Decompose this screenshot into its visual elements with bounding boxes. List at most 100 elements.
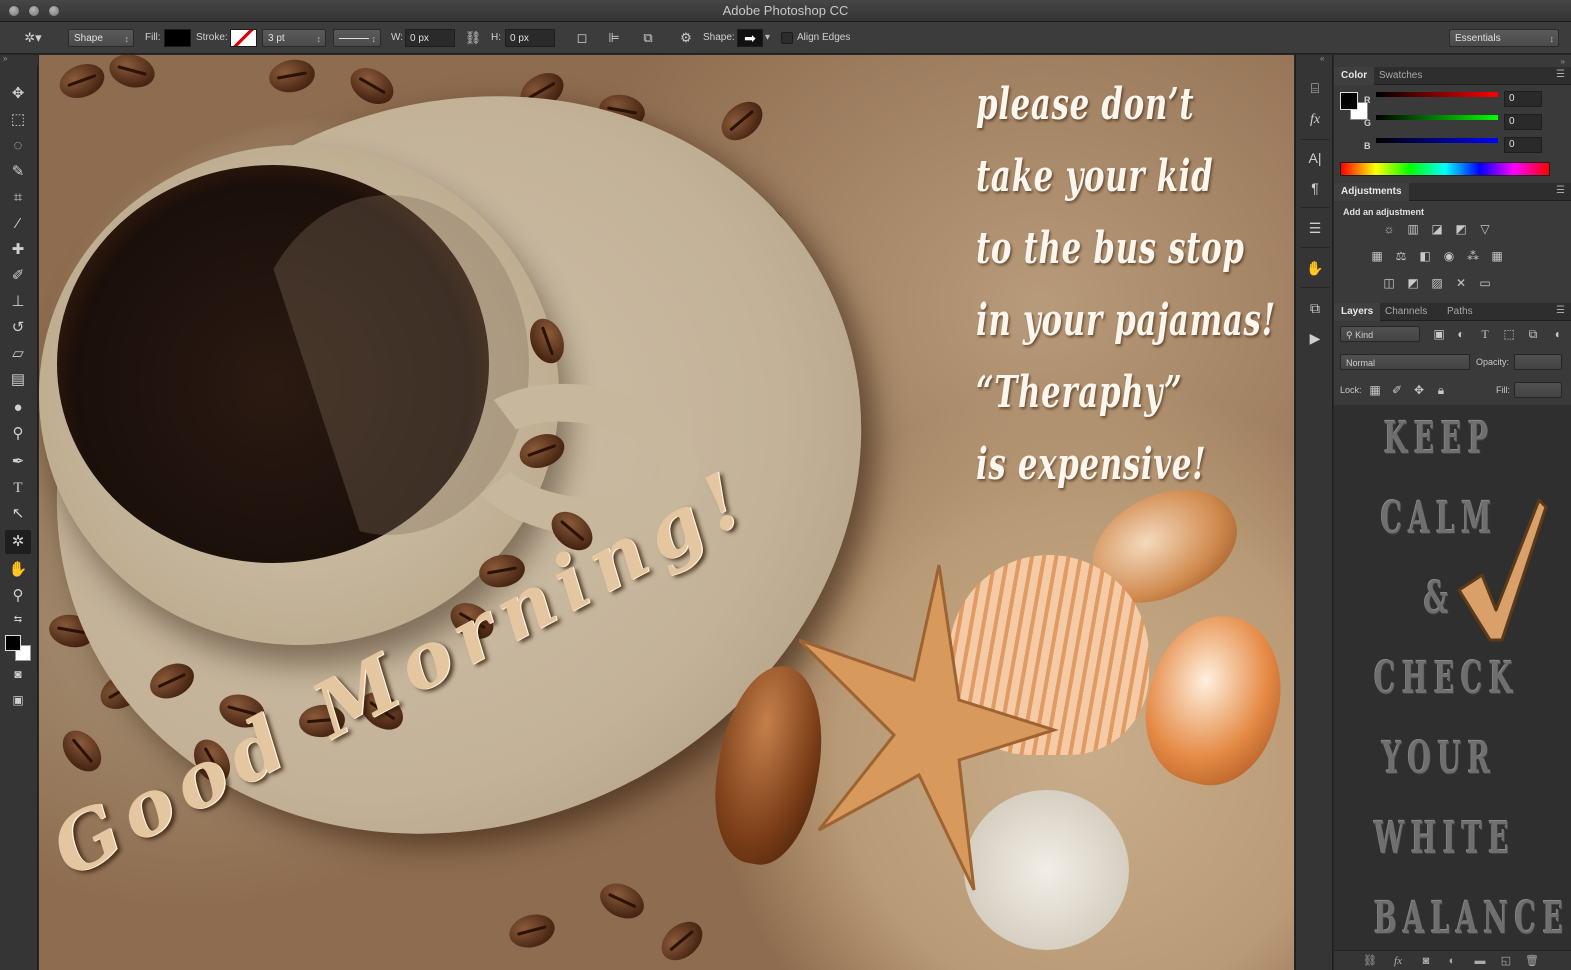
dodge-tool-icon[interactable]: ⚲ <box>5 422 31 446</box>
red-slider[interactable] <box>1376 92 1498 97</box>
collapse-arrows-icon[interactable]: » <box>1561 57 1565 66</box>
lock-transparency-icon[interactable]: ▦ <box>1366 382 1384 398</box>
styles-panel-icon[interactable]: fx <box>1303 109 1327 131</box>
type-tool-icon[interactable]: T <box>5 476 31 500</box>
panel-menu-icon[interactable]: ☰ <box>1556 69 1565 80</box>
opacity-field[interactable] <box>1514 354 1562 370</box>
custom-shape-tool-icon[interactable]: ✲ <box>5 530 31 554</box>
history-brush-tool-icon[interactable]: ↺ <box>5 316 31 340</box>
exposure-icon[interactable]: ◩ <box>1452 221 1470 237</box>
color-balance-icon[interactable]: ⚖ <box>1392 248 1410 264</box>
hand-tool-icon[interactable]: ✋ <box>5 558 31 582</box>
swap-colors-icon[interactable]: ⇆ <box>5 608 31 632</box>
blend-mode-select[interactable]: Normal <box>1340 354 1470 370</box>
align-edges-checkbox[interactable] <box>781 32 793 44</box>
gear-icon[interactable]: ⚙ <box>676 29 696 47</box>
pixel-filter-icon[interactable]: ▣ <box>1430 326 1448 342</box>
vibrance-icon[interactable]: ▽ <box>1476 221 1494 237</box>
actions-play-icon[interactable]: ▶ <box>1303 327 1327 349</box>
green-slider[interactable] <box>1376 115 1498 120</box>
new-layer-icon[interactable]: ◱ <box>1498 953 1514 969</box>
posterize-icon[interactable]: ◩ <box>1404 275 1422 291</box>
layer-style-icon[interactable]: fx <box>1390 953 1406 969</box>
photo-filter-icon[interactable]: ◉ <box>1440 248 1458 264</box>
crop-tool-icon[interactable]: ⌗ <box>5 186 31 210</box>
brush-tool-icon[interactable]: ✐ <box>5 264 31 288</box>
lasso-tool-icon[interactable]: ◌ <box>5 134 31 158</box>
tab-swatches[interactable]: Swatches <box>1372 67 1429 85</box>
stroke-width-select[interactable]: 3 pt <box>262 29 326 48</box>
move-tool-icon[interactable]: ✥ <box>5 82 31 106</box>
layers-list[interactable]: KEEP CALM & CHECK YOUR WHITE BALANCE <box>1334 405 1571 950</box>
path-operations-icon[interactable]: ◻ <box>572 29 592 47</box>
adjustment-layer-icon[interactable]: ◐ <box>1444 953 1460 969</box>
smart-object-filter-icon[interactable]: ⧉ <box>1524 326 1542 342</box>
fill-field[interactable] <box>1514 382 1562 398</box>
eraser-tool-icon[interactable]: ▱ <box>5 342 31 366</box>
hue-saturation-icon[interactable]: ▦ <box>1368 248 1386 264</box>
shape-picker-arrow-icon[interactable]: ➡ <box>737 29 763 47</box>
lock-position-icon[interactable]: ✥ <box>1410 382 1428 398</box>
red-value[interactable]: 0 <box>1504 91 1542 107</box>
link-layers-icon[interactable]: ⛓ <box>1362 953 1378 969</box>
eyedropper-tool-icon[interactable]: ⁄ <box>5 212 31 236</box>
quick-mask-icon[interactable]: ◙ <box>5 662 31 686</box>
tool-mode-select[interactable]: Shape <box>68 29 134 48</box>
path-alignment-icon[interactable]: ⊫ <box>604 29 624 47</box>
clone-stamp-tool-icon[interactable]: ⊥ <box>5 290 31 314</box>
clone-source-panel-icon[interactable]: ⧉ <box>1303 297 1327 319</box>
stroke-swatch[interactable] <box>230 29 257 47</box>
character-panel-icon[interactable]: A| <box>1303 147 1327 169</box>
marquee-tool-icon[interactable]: ⬚ <box>5 108 31 132</box>
color-lookup-icon[interactable]: ▦ <box>1488 248 1506 264</box>
path-arrangement-icon[interactable]: ⧉ <box>638 29 658 47</box>
toolbar-collapse-strip[interactable]: » <box>0 54 38 65</box>
collapse-arrows-icon[interactable]: « <box>1320 54 1324 63</box>
custom-shape-tool-preset-icon[interactable]: ✲▾ <box>20 29 46 47</box>
panel-menu-icon[interactable]: ☰ <box>1556 185 1565 196</box>
filter-toggle-icon[interactable]: ◖ <box>1548 326 1566 342</box>
height-field[interactable]: 0 px <box>505 29 555 47</box>
paragraph-panel-icon[interactable]: ¶ <box>1303 177 1327 199</box>
foreground-color-swatch[interactable] <box>5 635 21 651</box>
tab-paths[interactable]: Paths <box>1440 303 1480 321</box>
tab-color[interactable]: Color <box>1334 67 1375 85</box>
brightness-contrast-icon[interactable]: ☼ <box>1380 221 1398 237</box>
workspace-select[interactable]: Essentials <box>1449 29 1559 48</box>
lock-pixels-icon[interactable]: ✐ <box>1388 382 1406 398</box>
adjustment-filter-icon[interactable]: ◐ <box>1452 326 1470 342</box>
color-spectrum[interactable] <box>1340 162 1550 176</box>
gradient-tool-icon[interactable]: ▤ <box>5 368 31 392</box>
stroke-type-select[interactable] <box>333 29 381 48</box>
tool-presets-panel-icon[interactable]: ✋ <box>1303 257 1327 279</box>
invert-icon[interactable]: ◫ <box>1380 275 1398 291</box>
black-white-icon[interactable]: ◧ <box>1416 248 1434 264</box>
threshold-icon[interactable]: ▨ <box>1428 275 1446 291</box>
history-panel-icon[interactable]: ⌸ <box>1303 77 1327 99</box>
document-canvas[interactable]: please don’t take your kid to the bus st… <box>39 55 1294 970</box>
lock-all-icon[interactable]: 🔒︎ <box>1432 382 1450 398</box>
healing-brush-tool-icon[interactable]: ✚ <box>5 238 31 262</box>
blue-slider[interactable] <box>1376 138 1498 143</box>
tab-adjustments[interactable]: Adjustments <box>1334 183 1409 201</box>
curves-icon[interactable]: ◪ <box>1428 221 1446 237</box>
type-filter-icon[interactable]: T <box>1476 326 1494 342</box>
panel-menu-icon[interactable]: ☰ <box>1556 305 1565 316</box>
path-selection-tool-icon[interactable]: ↖ <box>5 502 31 526</box>
blur-tool-icon[interactable]: ● <box>5 396 31 420</box>
shape-filter-icon[interactable]: ⬚ <box>1500 326 1518 342</box>
layer-mask-icon[interactable]: ◙ <box>1418 953 1434 969</box>
zoom-tool-icon[interactable]: ⚲ <box>5 584 31 608</box>
tab-channels[interactable]: Channels <box>1378 303 1434 321</box>
fill-swatch[interactable] <box>164 29 191 47</box>
properties-panel-icon[interactable]: ☰ <box>1303 217 1327 239</box>
gradient-map-icon[interactable]: ▭ <box>1476 275 1494 291</box>
blue-value[interactable]: 0 <box>1504 137 1542 153</box>
new-group-icon[interactable]: ▬ <box>1472 953 1488 969</box>
layer-filter-select[interactable]: ⚲ Kind <box>1340 326 1420 342</box>
link-icon[interactable]: ⛓ <box>463 29 483 47</box>
quick-selection-tool-icon[interactable]: ✎ <box>5 160 31 184</box>
tab-layers[interactable]: Layers <box>1334 303 1381 321</box>
selective-color-icon[interactable]: ✕ <box>1452 275 1470 291</box>
channel-mixer-icon[interactable]: ⁂ <box>1464 248 1482 264</box>
